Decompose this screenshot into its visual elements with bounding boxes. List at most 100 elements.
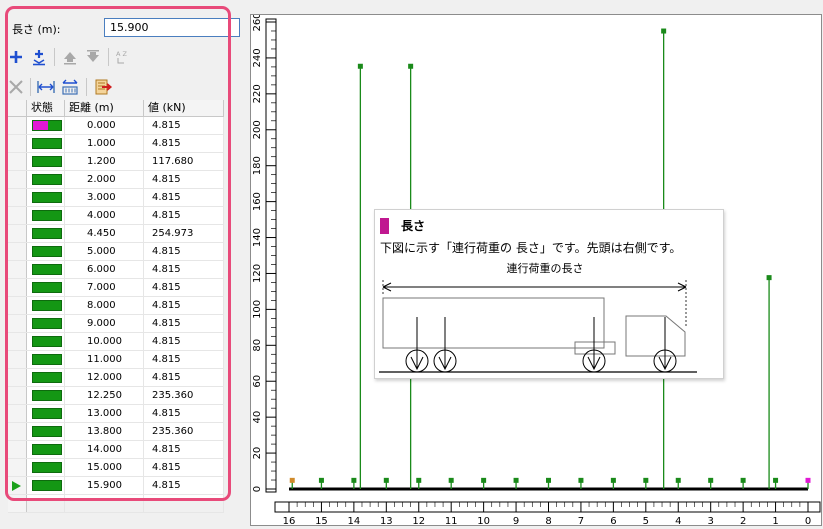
- distance-cell[interactable]: 1.000: [65, 135, 144, 152]
- row-header[interactable]: [8, 405, 27, 422]
- table-row[interactable]: 1.200 117.680: [8, 153, 224, 171]
- value-cell[interactable]: 4.815: [144, 207, 224, 224]
- table-row[interactable]: 4.000 4.815: [8, 207, 224, 225]
- table-row[interactable]: 13.000 4.815: [8, 405, 224, 423]
- status-cell[interactable]: [27, 117, 65, 134]
- table-row[interactable]: 8.000 4.815: [8, 297, 224, 315]
- table-row[interactable]: 12.250 235.360: [8, 387, 224, 405]
- status-cell[interactable]: [27, 441, 65, 458]
- distance-cell[interactable]: 4.000: [65, 207, 144, 224]
- value-cell[interactable]: 4.815: [144, 171, 224, 188]
- status-cell[interactable]: [27, 261, 65, 278]
- status-cell[interactable]: [27, 405, 65, 422]
- table-row[interactable]: 4.450 254.973: [8, 225, 224, 243]
- status-cell[interactable]: [27, 351, 65, 368]
- equal-spacing-button[interactable]: [36, 77, 56, 97]
- value-cell[interactable]: 4.815: [144, 189, 224, 206]
- row-header[interactable]: [8, 423, 27, 440]
- status-cell[interactable]: [27, 243, 65, 260]
- value-cell[interactable]: [144, 495, 224, 512]
- table-row[interactable]: 7.000 4.815: [8, 279, 224, 297]
- value-cell[interactable]: 4.815: [144, 369, 224, 386]
- row-header[interactable]: [8, 477, 27, 494]
- row-header[interactable]: [8, 135, 27, 152]
- row-header[interactable]: [8, 351, 27, 368]
- value-cell[interactable]: 4.815: [144, 441, 224, 458]
- export-button[interactable]: [93, 77, 113, 97]
- table-row[interactable]: 11.000 4.815: [8, 351, 224, 369]
- status-cell[interactable]: [27, 459, 65, 476]
- table-row[interactable]: 10.000 4.815: [8, 333, 224, 351]
- insert-button[interactable]: [29, 47, 49, 67]
- move-down-button[interactable]: [83, 47, 103, 67]
- table-row[interactable]: 2.000 4.815: [8, 171, 224, 189]
- row-header[interactable]: [8, 279, 27, 296]
- row-header[interactable]: [8, 117, 27, 134]
- value-cell[interactable]: 4.815: [144, 297, 224, 314]
- table-row[interactable]: 9.000 4.815: [8, 315, 224, 333]
- row-header[interactable]: [8, 333, 27, 350]
- row-header[interactable]: [8, 243, 27, 260]
- table-row[interactable]: 0.000 4.815: [8, 117, 224, 135]
- status-cell[interactable]: [27, 477, 65, 494]
- column-header-status[interactable]: 状態: [27, 100, 65, 116]
- distance-cell[interactable]: 15.000: [65, 459, 144, 476]
- value-cell[interactable]: 235.360: [144, 387, 224, 404]
- row-header[interactable]: [8, 171, 27, 188]
- value-cell[interactable]: 4.815: [144, 117, 224, 134]
- table-row[interactable]: 5.000 4.815: [8, 243, 224, 261]
- delete-button[interactable]: [6, 77, 26, 97]
- table-row[interactable]: 3.000 4.815: [8, 189, 224, 207]
- distance-cell[interactable]: 11.000: [65, 351, 144, 368]
- row-header[interactable]: [8, 387, 27, 404]
- status-cell[interactable]: [27, 171, 65, 188]
- distance-cell[interactable]: 1.200: [65, 153, 144, 170]
- row-header[interactable]: [8, 441, 27, 458]
- status-cell[interactable]: [27, 387, 65, 404]
- distance-cell[interactable]: 9.000: [65, 315, 144, 332]
- row-header[interactable]: [8, 369, 27, 386]
- table-row[interactable]: 15.900 4.815: [8, 477, 224, 495]
- numbering-button[interactable]: [60, 77, 80, 97]
- table-row[interactable]: 14.000 4.815: [8, 441, 224, 459]
- row-header[interactable]: [8, 459, 27, 476]
- status-cell[interactable]: [27, 279, 65, 296]
- value-cell[interactable]: 4.815: [144, 279, 224, 296]
- status-cell[interactable]: [27, 189, 65, 206]
- add-button[interactable]: [6, 47, 26, 67]
- value-cell[interactable]: 254.973: [144, 225, 224, 242]
- sort-button[interactable]: A Z: [114, 47, 134, 67]
- distance-cell[interactable]: 13.800: [65, 423, 144, 440]
- column-header-distance[interactable]: 距離 (m): [65, 100, 144, 116]
- distance-cell[interactable]: 5.000: [65, 243, 144, 260]
- status-cell[interactable]: [27, 315, 65, 332]
- row-header[interactable]: [8, 315, 27, 332]
- distance-cell[interactable]: 8.000: [65, 297, 144, 314]
- distance-cell[interactable]: 3.000: [65, 189, 144, 206]
- distance-cell[interactable]: 10.000: [65, 333, 144, 350]
- distance-cell[interactable]: 13.000: [65, 405, 144, 422]
- table-row[interactable]: 6.000 4.815: [8, 261, 224, 279]
- status-cell[interactable]: [27, 369, 65, 386]
- row-header[interactable]: [8, 207, 27, 224]
- row-header[interactable]: [8, 261, 27, 278]
- distance-cell[interactable]: 0.000: [65, 117, 144, 134]
- table-row[interactable]: 1.000 4.815: [8, 135, 224, 153]
- row-header[interactable]: [8, 225, 27, 242]
- row-header[interactable]: [8, 495, 27, 512]
- row-header[interactable]: [8, 297, 27, 314]
- status-cell[interactable]: [27, 153, 65, 170]
- value-cell[interactable]: 4.815: [144, 405, 224, 422]
- table-row-empty[interactable]: [8, 495, 224, 513]
- value-cell[interactable]: 4.815: [144, 243, 224, 260]
- table-row[interactable]: 12.000 4.815: [8, 369, 224, 387]
- distance-cell[interactable]: 12.250: [65, 387, 144, 404]
- distance-cell[interactable]: 15.900: [65, 477, 144, 494]
- status-cell[interactable]: [27, 135, 65, 152]
- distance-cell[interactable]: 12.000: [65, 369, 144, 386]
- value-cell[interactable]: 4.815: [144, 315, 224, 332]
- value-cell[interactable]: 4.815: [144, 333, 224, 350]
- row-header[interactable]: [8, 189, 27, 206]
- value-cell[interactable]: 4.815: [144, 459, 224, 476]
- column-header-value[interactable]: 値 (kN): [144, 100, 224, 116]
